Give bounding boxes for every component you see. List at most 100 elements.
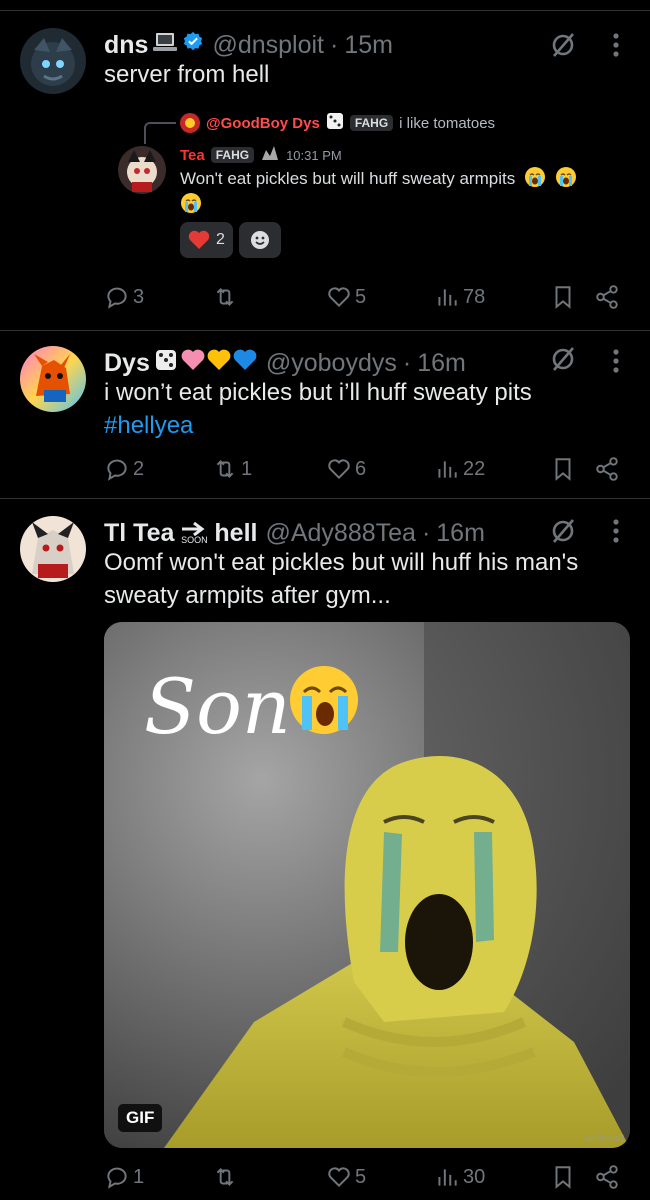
discord-reactions: 2 bbox=[180, 222, 287, 258]
bookmark-icon bbox=[555, 458, 571, 481]
reply-button[interactable]: 3 bbox=[104, 284, 144, 310]
bookmark-icon bbox=[555, 1166, 571, 1189]
reply-connector bbox=[144, 122, 176, 144]
like-icon bbox=[328, 459, 350, 480]
gif-badge: GIF bbox=[118, 1104, 163, 1132]
reply-avatar bbox=[180, 113, 200, 133]
artist-signature: artifexart bbox=[585, 1133, 624, 1144]
separator-dot: · bbox=[402, 348, 412, 377]
handle[interactable]: @Ady888Tea bbox=[265, 519, 415, 548]
hashtag-link[interactable]: #hellyea bbox=[104, 412, 193, 439]
like-button[interactable]: 5 bbox=[326, 284, 366, 310]
like-button[interactable]: 6 bbox=[326, 456, 366, 482]
avatar[interactable] bbox=[20, 28, 86, 94]
tweet-header: Dys @yoboydys · 16m bbox=[104, 346, 466, 380]
tweet-actions: 2 1 6 22 bbox=[104, 456, 624, 486]
tweet-body: i won’t eat pickles but i’ll huff sweaty… bbox=[104, 379, 532, 406]
more-icon[interactable] bbox=[612, 518, 620, 544]
tweet-1[interactable]: dns @dnsploit · 15m server from hell @Go… bbox=[0, 28, 650, 328]
crying-emoji-icon bbox=[555, 167, 576, 187]
handle[interactable]: @dnsploit bbox=[212, 31, 324, 60]
more-icon[interactable] bbox=[612, 348, 620, 374]
reply-message: i like tomatoes bbox=[399, 114, 496, 132]
avatar[interactable] bbox=[20, 346, 86, 412]
display-name-suffix[interactable]: hell bbox=[214, 519, 257, 548]
tweet-text: Oomf won't eat pickles but will huff his… bbox=[104, 549, 579, 609]
share-icon bbox=[596, 1165, 618, 1189]
discord-message-header: Tea FAHG 10:31 PM bbox=[180, 144, 342, 166]
badge-icon bbox=[260, 144, 280, 166]
repost-button[interactable] bbox=[212, 284, 241, 310]
discord-author-tag: FAHG bbox=[210, 147, 255, 163]
grok-icon[interactable] bbox=[548, 30, 578, 60]
pink-heart-icon bbox=[180, 348, 206, 379]
repost-button[interactable]: 1 bbox=[212, 456, 252, 482]
view-count: 30 bbox=[463, 1165, 486, 1188]
like-count: 5 bbox=[355, 285, 367, 308]
bookmark-icon bbox=[555, 286, 571, 309]
tweet-2[interactable]: Dys @yoboydys · 16m i won’t eat pickles … bbox=[0, 346, 650, 496]
views-button[interactable]: 30 bbox=[434, 1164, 485, 1190]
like-count: 5 bbox=[355, 1165, 367, 1188]
tweet-text: server from hell bbox=[104, 61, 270, 88]
grok-icon[interactable] bbox=[548, 516, 578, 546]
add-reaction bbox=[238, 222, 281, 258]
share-icon bbox=[596, 457, 618, 481]
display-name[interactable]: dns bbox=[104, 31, 148, 60]
repost-button[interactable] bbox=[212, 1164, 241, 1190]
gif-media[interactable]: Son GIF artifexart bbox=[104, 622, 630, 1148]
bookmark-button[interactable] bbox=[550, 456, 579, 482]
bookmark-button[interactable] bbox=[550, 284, 579, 310]
tweet-actions: 1 5 30 bbox=[104, 1164, 624, 1194]
like-icon bbox=[328, 287, 350, 308]
yellow-heart-icon bbox=[206, 348, 232, 379]
reply-count: 3 bbox=[133, 285, 145, 308]
timestamp[interactable]: 15m bbox=[344, 31, 393, 60]
views-button[interactable]: 22 bbox=[434, 456, 485, 482]
smiley-icon bbox=[250, 231, 269, 249]
display-name[interactable]: Dys bbox=[104, 349, 150, 378]
repost-icon bbox=[216, 460, 234, 478]
gif-caption: Son bbox=[144, 662, 291, 751]
soon-arrow-icon: SOON bbox=[180, 521, 208, 545]
views-icon bbox=[438, 1169, 457, 1186]
repost-icon bbox=[216, 1168, 234, 1186]
discord-message-text: Won't eat pickles but will huff sweaty a… bbox=[180, 169, 516, 188]
tweet-3[interactable]: Tl Tea SOON hell @Ady888Tea · 16m Oomf w… bbox=[0, 516, 650, 1200]
display-name[interactable]: Tl Tea bbox=[104, 519, 174, 548]
tweet-text: i won’t eat pickles but i’ll huff sweaty… bbox=[104, 376, 624, 442]
reply-button[interactable]: 2 bbox=[104, 456, 144, 482]
repost-icon bbox=[216, 288, 234, 306]
reply-icon bbox=[107, 1167, 127, 1189]
discord-reply-preview: @GoodBoy Dys FAHG i like tomatoes bbox=[180, 112, 495, 134]
avatar[interactable] bbox=[20, 516, 86, 582]
bookmark-button[interactable] bbox=[550, 1164, 579, 1190]
share-button[interactable] bbox=[594, 1164, 623, 1190]
share-button[interactable] bbox=[594, 284, 623, 310]
views-icon bbox=[438, 461, 457, 478]
tweet-header: Tl Tea SOON hell @Ady888Tea · 16m bbox=[104, 516, 485, 550]
views-button[interactable]: 78 bbox=[434, 284, 485, 310]
separator-dot: · bbox=[421, 518, 431, 547]
share-button[interactable] bbox=[594, 456, 623, 482]
like-count: 6 bbox=[355, 457, 367, 480]
handle[interactable]: @yoboydys bbox=[266, 349, 397, 378]
views-icon bbox=[438, 289, 457, 306]
discord-author: Tea bbox=[180, 146, 205, 164]
reply-count: 2 bbox=[133, 457, 145, 480]
reply-icon bbox=[107, 459, 127, 481]
timestamp[interactable]: 16m bbox=[436, 519, 485, 548]
like-button[interactable]: 5 bbox=[326, 1164, 366, 1190]
discord-screenshot[interactable]: @GoodBoy Dys FAHG i like tomatoes Tea FA… bbox=[104, 108, 624, 268]
discord-author-avatar bbox=[118, 146, 166, 194]
repost-count: 1 bbox=[241, 457, 253, 480]
reply-button[interactable]: 1 bbox=[104, 1164, 144, 1190]
dice-emoji-icon bbox=[326, 112, 344, 134]
blue-heart-icon bbox=[232, 348, 258, 379]
discord-timestamp: 10:31 PM bbox=[286, 147, 342, 163]
tweet-actions: 3 5 78 bbox=[104, 284, 624, 314]
more-icon[interactable] bbox=[612, 32, 620, 58]
timestamp[interactable]: 16m bbox=[417, 349, 466, 378]
share-icon bbox=[596, 285, 618, 309]
grok-icon[interactable] bbox=[548, 344, 578, 374]
